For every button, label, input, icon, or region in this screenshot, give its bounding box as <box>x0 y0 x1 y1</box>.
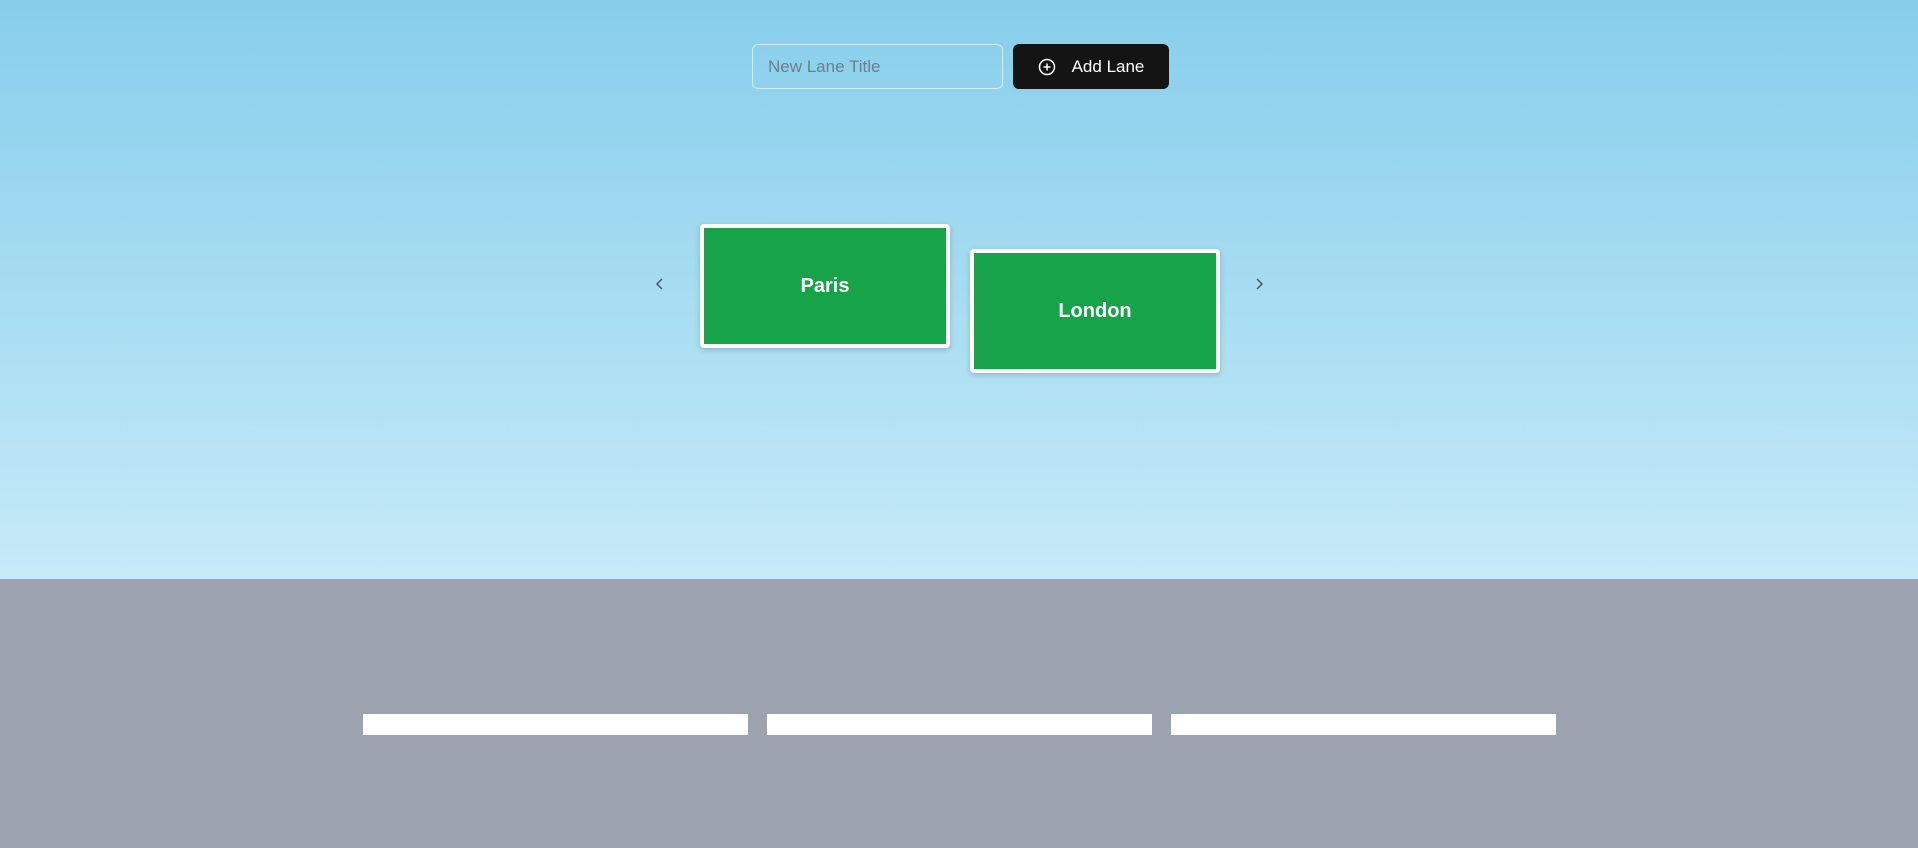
sign-paris[interactable]: Paris <box>700 224 950 348</box>
lane-marking <box>363 714 748 735</box>
add-lane-label: Add Lane <box>1071 56 1145 76</box>
new-lane-title-input[interactable] <box>752 44 1003 89</box>
lane-toolbar: Add Lane <box>752 44 1169 89</box>
plus-circle-icon <box>1038 58 1056 76</box>
chevron-right-icon <box>1253 276 1265 297</box>
lane-marking <box>767 714 1152 735</box>
sign-london[interactable]: London <box>970 249 1220 373</box>
sign-label: Paris <box>800 274 850 297</box>
sign-label: London <box>1058 299 1132 322</box>
highway-scene: Add Lane Paris London <box>0 0 1918 848</box>
add-lane-button[interactable]: Add Lane <box>1013 44 1169 89</box>
carousel-next-button[interactable] <box>1249 272 1269 300</box>
lane-marking <box>1171 714 1556 735</box>
chevron-left-icon <box>654 276 666 297</box>
carousel-prev-button[interactable] <box>650 272 670 300</box>
